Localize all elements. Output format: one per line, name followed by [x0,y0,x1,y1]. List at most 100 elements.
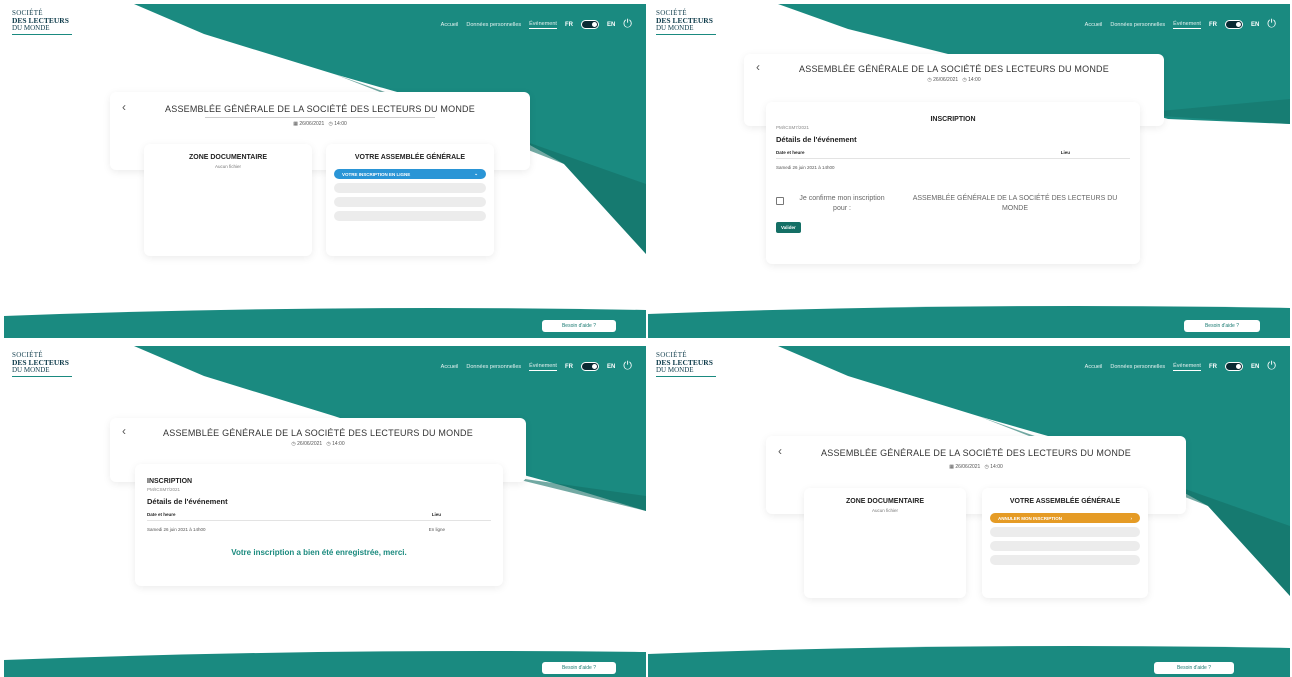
logo-rule [656,375,716,377]
calendar-icon: ▦ [949,464,954,470]
event-title: ASSEMBLÉE GÉNÉRALE DE LA SOCIÉTÉ DES LEC… [799,64,1109,74]
vote-label: JE VOTE [342,185,362,191]
confirm-row: Je confirme mon inscription pour : ASSEM… [776,194,1130,214]
nav-accueil[interactable]: Accueil [1085,22,1103,28]
language-toggle[interactable] [580,362,599,371]
lang-en[interactable]: EN [1251,22,1259,28]
back-arrow-icon[interactable]: ‹ [122,424,126,438]
chevron-right-icon: › [476,185,479,191]
background-waves [4,4,646,338]
cancel-registration-button[interactable]: ANNULER MON INSCRIPTION › [990,513,1140,523]
event-title: ASSEMBLÉE GÉNÉRALE DE LA SOCIÉTÉ DES LEC… [163,428,473,438]
nav-accueil[interactable]: Accueil [1085,364,1103,370]
vote-button[interactable]: JE VOTE › [334,183,486,193]
clock-icon: ◷ [927,77,932,83]
clock-icon: ◷ [984,464,989,470]
details-table-header: Date et heure Lieu [147,512,491,521]
logo-line3: DU MONDE [12,365,50,374]
register-online-button[interactable]: VOTRE INSCRIPTION EN LIGNE ⌄ [334,169,486,179]
clock-icon: ◷ [326,441,331,447]
help-button[interactable]: Besoin d'aide ? [542,320,616,332]
logo[interactable]: SOCIÉTÉ DES LECTEURS DU MONDE [12,352,74,377]
vote-button[interactable]: JE VOTE › [990,527,1140,537]
title-underline [205,117,435,118]
logo-line3: DU MONDE [656,365,694,374]
logo-line3: DU MONDE [12,23,50,32]
event-date: 26/06/2021 [955,464,981,470]
proxy-label: JE DONNE POUVOIR [998,543,1044,549]
power-icon[interactable]: ⏻ [623,361,632,372]
logo-rule [656,33,716,35]
back-arrow-icon[interactable]: ‹ [778,444,782,458]
lang-fr[interactable]: FR [1209,364,1217,370]
lang-en[interactable]: EN [607,22,615,28]
proxy-button[interactable]: JE DONNE POUVOIR › [990,541,1140,551]
help-button[interactable]: Besoin d'aide ? [542,662,616,674]
event-time: 14:00 [332,441,345,447]
nav-evenement[interactable]: Événement [1173,21,1201,29]
chevron-right-icon: › [476,213,479,219]
top-nav: Accueil Données personnelles Événement F… [441,19,632,30]
help-button[interactable]: Besoin d'aide ? [1184,320,1260,332]
event-title: ASSEMBLÉE GÉNÉRALE DE LA SOCIÉTÉ DES LEC… [821,448,1131,458]
nav-donnees[interactable]: Données personnelles [466,364,521,370]
back-arrow-icon[interactable]: ‹ [122,100,126,114]
logo[interactable]: SOCIÉTÉ DES LECTEURS DU MONDE [656,10,718,35]
panel-inscription-form: SOCIÉTÉ DES LECTEURS DU MONDE Accueil Do… [648,4,1290,338]
assembly-title: VOTRE ASSEMBLÉE GÉNÉRALE [354,154,466,161]
help-button[interactable]: Besoin d'aide ? [1154,662,1234,674]
lang-fr[interactable]: FR [1209,22,1217,28]
language-toggle[interactable] [1224,20,1243,29]
lang-fr[interactable]: FR [565,364,573,370]
event-date: 26/06/2021 [299,121,325,127]
logo-rule [12,375,72,377]
event-time: 14:00 [968,77,981,83]
calendar-icon: ▦ [293,121,298,127]
event-date: 26/06/2021 [933,77,959,83]
confirm-checkbox[interactable] [776,197,784,205]
inscription-title: INSCRIPTION [930,116,976,123]
row-lieu: En ligne [428,527,445,532]
nav-evenement[interactable]: Événement [1173,363,1201,371]
nav-donnees[interactable]: Données personnelles [466,22,521,28]
logo[interactable]: SOCIÉTÉ DES LECTEURS DU MONDE [656,352,718,377]
lang-en[interactable]: EN [1251,364,1259,370]
top-nav: Accueil Données personnelles Événement F… [1085,19,1276,30]
power-icon[interactable]: ⏻ [623,19,632,30]
assembly-card: VOTRE ASSEMBLÉE GÉNÉRALE VOTRE INSCRIPTI… [326,144,494,256]
lang-en[interactable]: EN [607,364,615,370]
chevron-right-icon: › [1130,529,1133,535]
participate-label: PARTICIPER À L'ASSEMBLÉE GÉNÉRALE 2021 [342,213,445,219]
power-icon[interactable]: ⏻ [1267,19,1276,30]
participate-button[interactable]: PARTICIPER À L'ASSEMBLÉE GÉNÉRALE 2021 › [990,555,1140,565]
panel-assembly-registered: SOCIÉTÉ DES LECTEURS DU MONDE Accueil Do… [648,346,1290,677]
nav-evenement[interactable]: Événement [529,363,557,371]
submit-button[interactable]: Valider [776,221,801,233]
participate-button[interactable]: PARTICIPER À L'ASSEMBLÉE GÉNÉRALE 2021 › [334,211,486,221]
row-date: Samedi 26 juin 2021 à 14h00 [147,527,206,532]
proxy-button[interactable]: JE DONNE POUVOIR › [334,197,486,207]
nav-evenement[interactable]: Événement [529,21,557,29]
event-meta: ▦ 26/06/2021 ◷ 14:00 [110,121,530,127]
documents-empty: Aucun fichier [871,508,898,513]
inscription-ref: PM/ICSM7/2021 [776,125,810,130]
nav-donnees[interactable]: Données personnelles [1110,364,1165,370]
participate-label: PARTICIPER À L'ASSEMBLÉE GÉNÉRALE 2021 [998,557,1101,563]
documents-card: ZONE DOCUMENTAIRE Aucun fichier [144,144,312,256]
top-nav: Accueil Données personnelles Événement F… [1085,361,1276,372]
logo[interactable]: SOCIÉTÉ DES LECTEURS DU MONDE [12,10,74,35]
inscription-card: INSCRIPTION PM/ICSM7/2021 Détails de l'é… [135,464,503,586]
nav-donnees[interactable]: Données personnelles [1110,22,1165,28]
language-toggle[interactable] [1224,362,1243,371]
language-toggle[interactable] [580,20,599,29]
chevron-down-icon: ⌄ [474,171,478,176]
vote-label: JE VOTE [998,529,1018,535]
lang-fr[interactable]: FR [565,22,573,28]
power-icon[interactable]: ⏻ [1267,361,1276,372]
inscription-card: INSCRIPTION PM/ICSM7/2021 Détails de l'é… [766,102,1140,264]
nav-accueil[interactable]: Accueil [441,22,459,28]
nav-accueil[interactable]: Accueil [441,364,459,370]
event-meta: ◷ 26/06/2021 ◷ 14:00 [110,441,526,447]
back-arrow-icon[interactable]: ‹ [756,60,760,74]
top-nav: Accueil Données personnelles Événement F… [441,361,632,372]
